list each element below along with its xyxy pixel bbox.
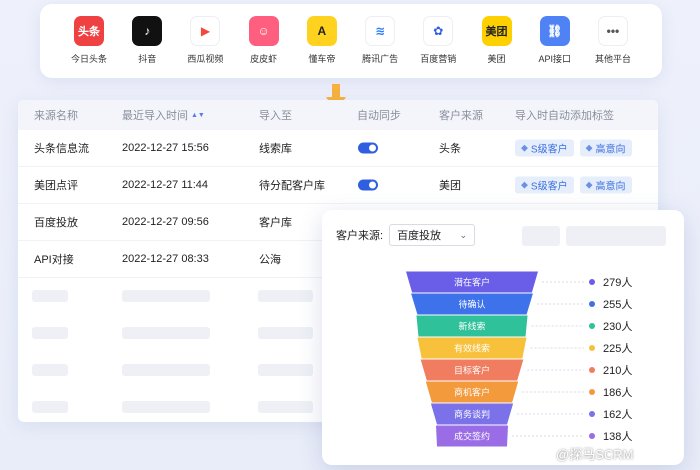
tag-icon: ◆ xyxy=(585,142,593,153)
funnel-legend-dot xyxy=(589,345,595,351)
xigua-video-icon: ▶ xyxy=(190,16,221,46)
import-target: 公海 xyxy=(259,254,281,266)
funnel-stage-label: 商机客户 xyxy=(454,387,490,398)
platform-dongchedi[interactable]: A 懂车帝 xyxy=(293,16,351,78)
funnel-value-label: 225人 xyxy=(603,342,632,355)
import-target: 待分配客户库 xyxy=(259,180,325,192)
funnel-value-label: 230人 xyxy=(603,320,632,333)
douyin-icon: ♪ xyxy=(132,16,163,46)
tag-icon: ◆ xyxy=(521,142,528,153)
platform-more-dots[interactable]: ••• 其他平台 xyxy=(584,16,642,78)
tag-icon: ◆ xyxy=(521,179,528,190)
import-time: 2022-12-27 11:44 xyxy=(122,179,209,191)
funnel-stage-label: 有效线索 xyxy=(454,343,490,354)
header-auto-sync: 自动同步 xyxy=(357,110,401,122)
pipixia-icon: ☺ xyxy=(248,16,279,46)
platform-label: 抖音 xyxy=(138,54,157,64)
api-link-icon: ⛓ xyxy=(539,16,570,46)
platform-label: 百度营销 xyxy=(420,54,457,64)
funnel-stage-label: 潜在客户 xyxy=(454,277,490,288)
table-row[interactable]: 头条信息流 2022-12-27 15:56 线索库 头条 ◆ S级客户 ◆ 高意向 xyxy=(18,130,658,167)
meituan-icon: 美团 xyxy=(481,16,512,46)
funnel-legend-dot xyxy=(589,301,595,307)
platform-baidu-marketing[interactable]: ✿ 百度营销 xyxy=(409,16,467,78)
funnel-stage-label: 待确认 xyxy=(458,299,485,310)
funnel-panel: 客户来源: 百度投放 ⌄ 潜在客户 279人 待确认 255人 新线索 230人 有效线索 2… xyxy=(322,210,684,465)
auto-sync-toggle[interactable] xyxy=(358,142,378,154)
platform-toutiao[interactable]: 头条 今日头条 xyxy=(60,16,118,78)
funnel-value-label: 138人 xyxy=(603,430,632,443)
platform-label: API接口 xyxy=(538,54,571,64)
funnel-stage-label: 新线索 xyxy=(458,321,485,332)
tag-list: ◆ S级客户 ◆ 高意向 xyxy=(515,139,638,157)
customer-source: 头条 xyxy=(439,143,461,155)
sort-icon[interactable]: ▲▼ xyxy=(191,112,205,120)
dongchedi-icon: A xyxy=(306,16,337,46)
funnel-legend-dot xyxy=(589,367,595,373)
source-name: API对接 xyxy=(34,254,74,266)
import-time: 2022-12-27 15:56 xyxy=(122,142,209,154)
funnel-value-label: 279人 xyxy=(603,276,632,289)
baidu-marketing-icon: ✿ xyxy=(423,16,454,46)
source-name: 百度投放 xyxy=(34,217,78,229)
platform-label: 懂车帝 xyxy=(308,54,336,64)
auto-sync-toggle[interactable] xyxy=(358,179,378,191)
import-target: 客户库 xyxy=(259,217,292,229)
funnel-value-label: 186人 xyxy=(603,386,632,399)
watermark: @探马SCRM xyxy=(556,447,634,462)
platform-label: 皮皮虾 xyxy=(250,54,278,64)
platform-api-link[interactable]: ⛓ API接口 xyxy=(526,16,584,78)
tag[interactable]: ◆ 高意向 xyxy=(579,176,632,194)
header-auto-tags: 导入时自动添加标签 xyxy=(515,110,614,122)
tencent-ads-icon: ≋ xyxy=(365,16,396,46)
funnel-chart: 潜在客户 279人待确认 255人新线索 230人有效线索 225人目标客户 210人商机… xyxy=(406,271,632,447)
import-target: 线索库 xyxy=(259,143,292,155)
header-source-name: 来源名称 xyxy=(34,110,78,122)
funnel-stage-label: 目标客户 xyxy=(454,365,490,376)
tag[interactable]: ◆ S级客户 xyxy=(515,176,574,194)
more-dots-icon: ••• xyxy=(597,16,628,46)
header-import-to: 导入至 xyxy=(259,110,292,122)
funnel-legend-dot xyxy=(589,389,595,395)
funnel-value-label: 162人 xyxy=(603,408,632,421)
platform-label: 西瓜视频 xyxy=(187,54,224,64)
platform-label: 腾讯广告 xyxy=(362,54,399,64)
import-time: 2022-12-27 08:33 xyxy=(122,253,209,265)
source-name: 美团点评 xyxy=(34,180,78,192)
customer-source: 美团 xyxy=(439,180,461,192)
platform-label: 美团 xyxy=(487,54,506,64)
platform-label: 其他平台 xyxy=(594,54,631,64)
header-customer-source: 客户来源 xyxy=(439,110,483,122)
funnel-stage-label: 成交签约 xyxy=(454,431,490,442)
funnel-stage-label: 商务谈判 xyxy=(454,409,490,420)
platform-pipixia[interactable]: ☺ 皮皮虾 xyxy=(235,16,293,78)
platform-tencent-ads[interactable]: ≋ 腾讯广告 xyxy=(351,16,409,78)
header-last-import-time[interactable]: 最近导入时间 ▲▼ xyxy=(122,107,205,123)
tag-icon: ◆ xyxy=(585,179,593,190)
platform-meituan[interactable]: 美团 美团 xyxy=(468,16,526,78)
tag-list: ◆ S级客户 ◆ 高意向 xyxy=(515,176,638,194)
toutiao-icon: 头条 xyxy=(74,16,104,46)
funnel-legend-dot xyxy=(589,323,595,329)
platform-xigua-video[interactable]: ▶ 西瓜视频 xyxy=(176,16,234,78)
table-header: 来源名称 最近导入时间 ▲▼ 导入至 自动同步 客户来源 导入时自动添加标签 xyxy=(18,100,658,130)
funnel-value-label: 210人 xyxy=(603,364,632,377)
funnel-legend-dot xyxy=(589,279,595,285)
funnel-legend-dot xyxy=(589,433,595,439)
funnel-value-label: 255人 xyxy=(603,298,632,311)
tag[interactable]: ◆ S级客户 xyxy=(515,139,574,157)
platform-label: 今日头条 xyxy=(70,54,107,64)
platform-douyin[interactable]: ♪ 抖音 xyxy=(118,16,176,78)
funnel-legend-dot xyxy=(589,411,595,417)
platform-bar: 头条 今日头条 ♪ 抖音 ▶ 西瓜视频 ☺ 皮皮虾 A 懂车帝 ≋ 腾讯广告 ✿ 百度营销 美团 美团 ⛓ API… xyxy=(40,4,662,78)
import-time: 2022-12-27 09:56 xyxy=(122,216,209,228)
table-row[interactable]: 美团点评 2022-12-27 11:44 待分配客户库 美团 ◆ S级客户 ◆ 高… xyxy=(18,167,658,204)
source-name: 头条信息流 xyxy=(34,143,89,155)
tag[interactable]: ◆ 高意向 xyxy=(579,139,632,157)
